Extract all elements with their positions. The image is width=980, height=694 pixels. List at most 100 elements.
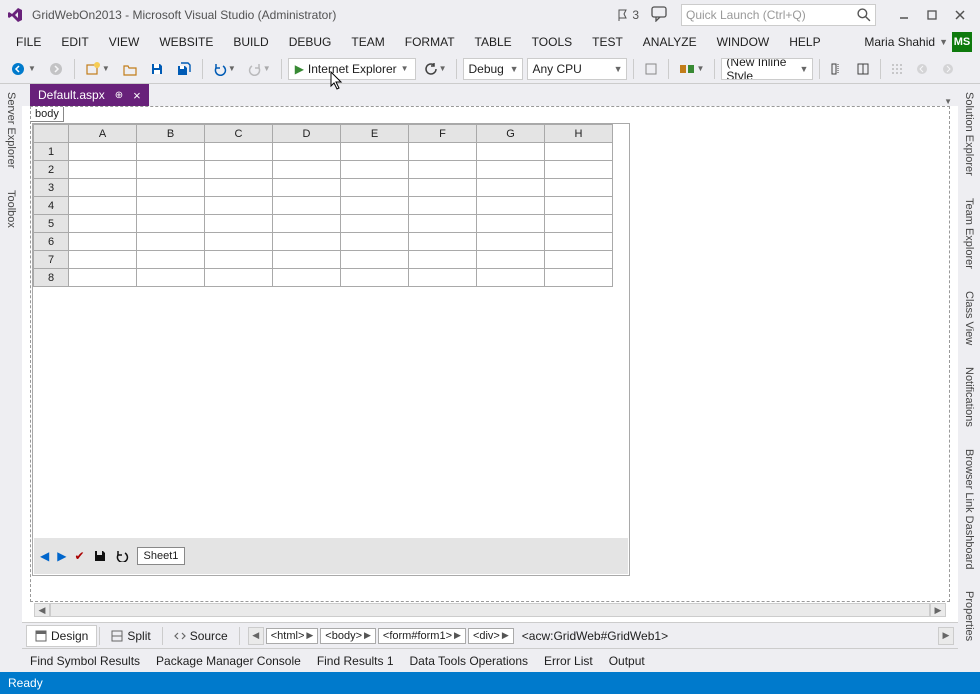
grid-cell[interactable] (477, 251, 545, 269)
grid-cell[interactable] (205, 233, 273, 251)
row-header-4[interactable]: 4 (34, 197, 69, 215)
col-header-g[interactable]: G (477, 125, 545, 143)
user-badge[interactable]: MS (952, 32, 972, 52)
close-tab-icon[interactable]: × (133, 88, 141, 103)
menu-debug[interactable]: DEBUG (279, 32, 342, 52)
row-header-5[interactable]: 5 (34, 215, 69, 233)
menu-edit[interactable]: EDIT (51, 32, 98, 52)
properties-tab[interactable]: Properties (961, 587, 977, 645)
grid-cell[interactable] (477, 233, 545, 251)
col-header-f[interactable]: F (409, 125, 477, 143)
col-header-a[interactable]: A (69, 125, 137, 143)
maximize-button[interactable] (918, 5, 946, 25)
grid-cell[interactable] (409, 269, 477, 287)
grid-cell[interactable] (69, 143, 137, 161)
grid-cell[interactable] (477, 161, 545, 179)
user-dropdown-icon[interactable]: ▼ (939, 37, 948, 47)
col-header-b[interactable]: B (137, 125, 205, 143)
grid-cell[interactable] (545, 179, 613, 197)
grid-button[interactable] (887, 58, 907, 80)
grid-cell[interactable] (409, 215, 477, 233)
grid-cell[interactable] (341, 197, 409, 215)
grid-cell[interactable] (341, 233, 409, 251)
open-file-button[interactable] (118, 58, 142, 80)
menu-team[interactable]: TEAM (341, 32, 394, 52)
grid-cell[interactable] (545, 215, 613, 233)
data-tools-operations-tab[interactable]: Data Tools Operations (410, 654, 529, 668)
solution-explorer-tab[interactable]: Solution Explorer (961, 88, 977, 180)
undo-button[interactable]: ▼ (209, 58, 240, 80)
grid-cell[interactable] (273, 215, 341, 233)
browser-refresh-button[interactable]: ▼ (420, 58, 451, 80)
layout-button-1[interactable] (826, 58, 848, 80)
document-tab[interactable]: Default.aspx ⊕ × (30, 84, 149, 106)
grid-corner[interactable] (34, 125, 69, 143)
sheet-save-icon[interactable] (93, 549, 107, 563)
grid-cell[interactable] (137, 215, 205, 233)
grid-cell[interactable] (69, 179, 137, 197)
grid-cell[interactable] (545, 251, 613, 269)
design-canvas[interactable]: body A B C D E F G H (30, 106, 950, 602)
grid-cell[interactable] (137, 233, 205, 251)
start-debug-button[interactable]: ▶ Internet Explorer ▼ (288, 58, 416, 80)
col-header-e[interactable]: E (341, 125, 409, 143)
nav-fwd-2[interactable] (937, 58, 959, 80)
grid-cell[interactable] (477, 179, 545, 197)
grid-cell[interactable] (273, 161, 341, 179)
grid-cell[interactable] (545, 143, 613, 161)
platform-combo[interactable]: Any CPU▼ (527, 58, 627, 80)
grid-cell[interactable] (409, 233, 477, 251)
save-button[interactable] (146, 58, 168, 80)
new-item-button[interactable] (640, 58, 662, 80)
row-header-2[interactable]: 2 (34, 161, 69, 179)
menu-window[interactable]: WINDOW (707, 32, 780, 52)
design-view-tab[interactable]: Design (26, 625, 97, 647)
next-sheet-icon[interactable]: ▶ (57, 549, 66, 563)
source-view-tab[interactable]: Source (165, 625, 237, 647)
grid-cell[interactable] (137, 269, 205, 287)
grid-cell[interactable] (273, 233, 341, 251)
menu-format[interactable]: FORMAT (395, 32, 465, 52)
grid-cell[interactable] (273, 197, 341, 215)
grid-cell[interactable] (137, 179, 205, 197)
grid-cell[interactable] (137, 161, 205, 179)
row-header-7[interactable]: 7 (34, 251, 69, 269)
row-header-6[interactable]: 6 (34, 233, 69, 251)
scroll-right-icon[interactable]: ▶ (930, 603, 946, 617)
sheet-tab[interactable]: Sheet1 (137, 547, 186, 565)
grid-cell[interactable] (137, 251, 205, 269)
menu-file[interactable]: FILE (6, 32, 51, 52)
grid-cell[interactable] (545, 233, 613, 251)
grid-cell[interactable] (69, 197, 137, 215)
menu-analyze[interactable]: ANALYZE (633, 32, 707, 52)
save-all-button[interactable] (172, 58, 196, 80)
grid-cell[interactable] (273, 251, 341, 269)
feedback-icon[interactable] (651, 6, 669, 24)
grid-cell[interactable] (205, 161, 273, 179)
grid-cell[interactable] (205, 179, 273, 197)
class-view-tab[interactable]: Class View (961, 287, 977, 349)
grid-cell[interactable] (545, 197, 613, 215)
layout-button-2[interactable] (852, 58, 874, 80)
grid-cell[interactable] (341, 161, 409, 179)
user-name[interactable]: Maria Shahid (864, 35, 939, 49)
breadcrumb-form[interactable]: <form#form1>▶ (378, 628, 466, 644)
team-explorer-tab[interactable]: Team Explorer (961, 194, 977, 273)
col-header-h[interactable]: H (545, 125, 613, 143)
breadcrumb-html[interactable]: <html>▶ (266, 628, 319, 644)
grid-cell[interactable] (341, 269, 409, 287)
grid-cell[interactable] (69, 233, 137, 251)
grid-cell[interactable] (205, 269, 273, 287)
row-header-1[interactable]: 1 (34, 143, 69, 161)
grid-cell[interactable] (205, 251, 273, 269)
menu-view[interactable]: VIEW (99, 32, 150, 52)
grid-cell[interactable] (69, 251, 137, 269)
nav-forward-button[interactable] (44, 58, 68, 80)
grid-cell[interactable] (69, 269, 137, 287)
submit-icon[interactable]: ✔ (74, 549, 84, 563)
grid-cell[interactable] (69, 215, 137, 233)
style-combo[interactable]: (New Inline Style▼ (721, 58, 813, 80)
row-header-8[interactable]: 8 (34, 269, 69, 287)
browser-link-tab[interactable]: Browser Link Dashboard (961, 445, 977, 573)
grid-cell[interactable] (205, 197, 273, 215)
